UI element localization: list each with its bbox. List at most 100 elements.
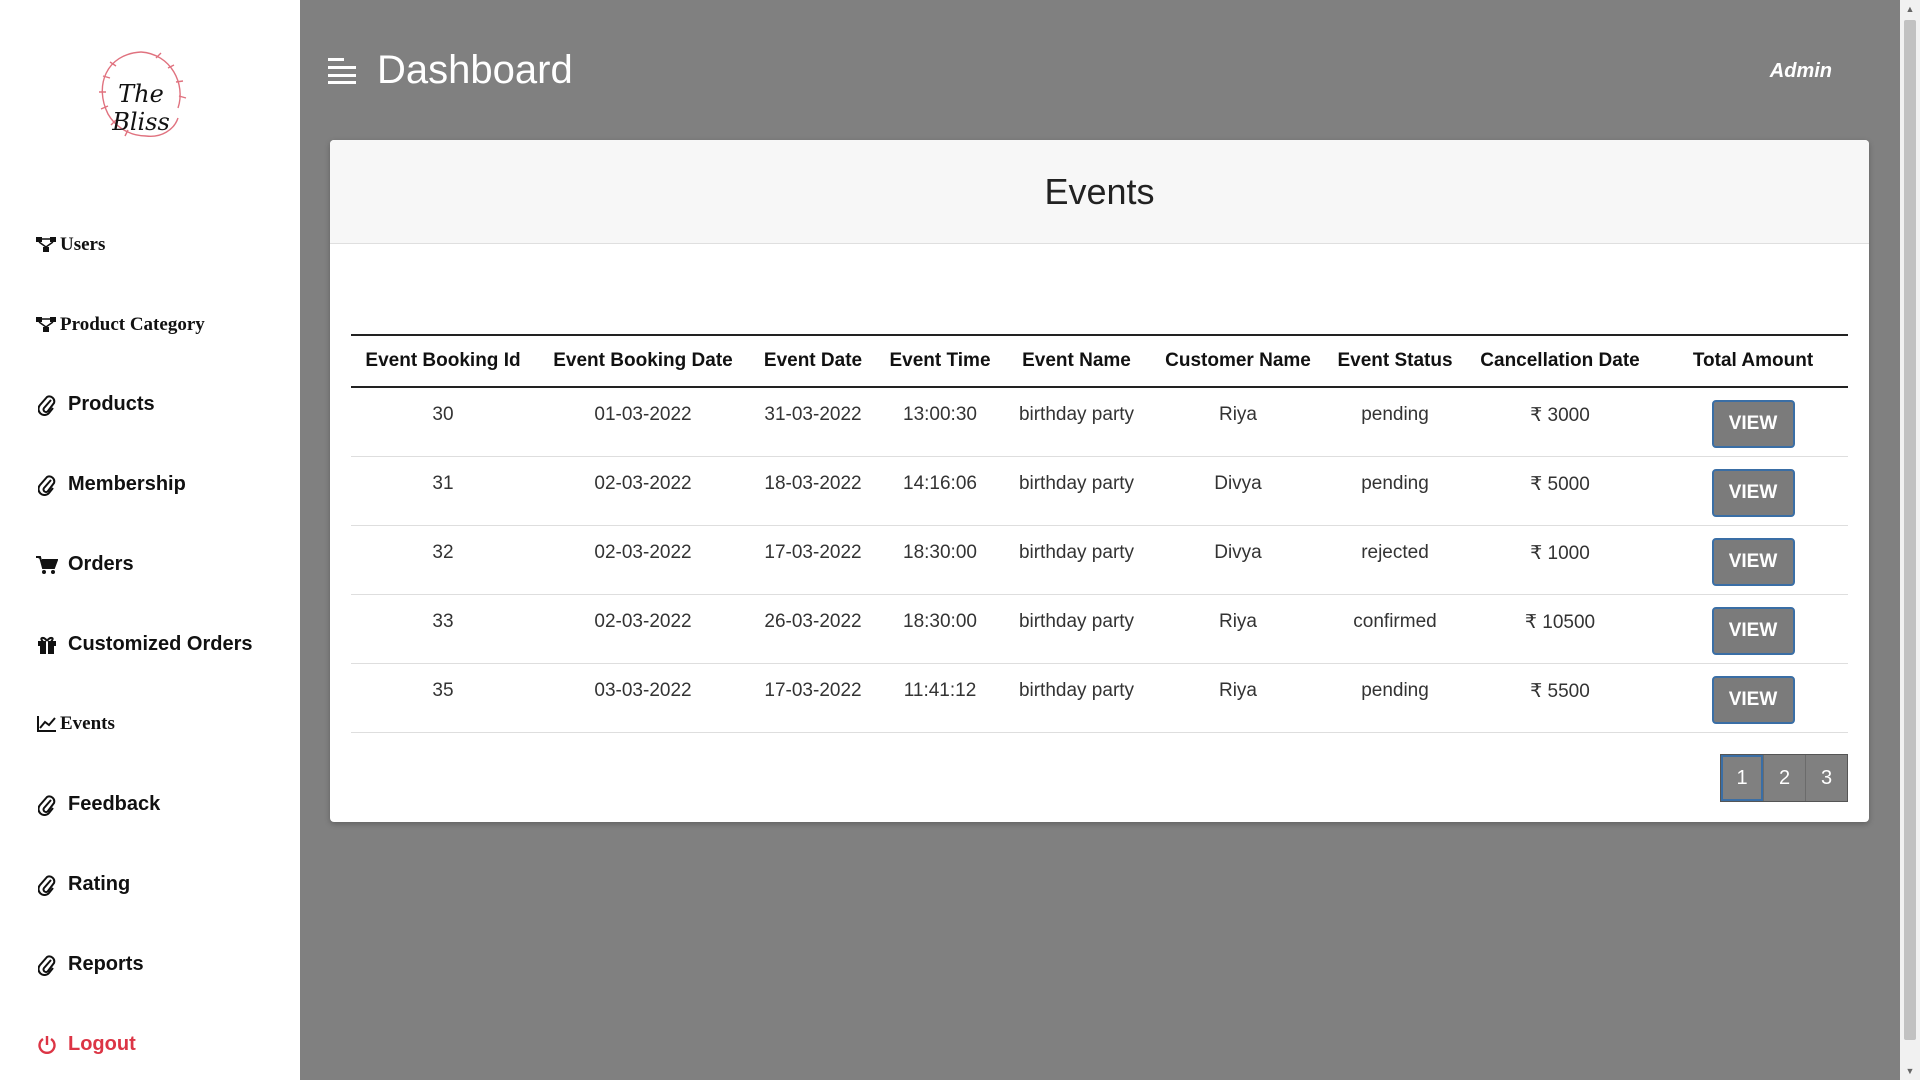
column-header: Event Time [889,350,991,371]
cell-event-name: birthday party [1018,679,1135,701]
sidebar-item-orders[interactable]: Orders [36,553,134,576]
cell-event-time: 18:30:00 [903,610,977,632]
cell-event-status: pending [1361,679,1429,701]
cell-booking-id: 33 [432,610,454,632]
cell-booking-id: 30 [432,404,454,425]
cell-action: VIEW [1658,594,1848,663]
column-header: Event Status [1337,350,1453,371]
cell-amount: ₹ 5500 [1530,680,1590,702]
sidebar-item-products[interactable]: Products [36,393,155,416]
cell-amount: ₹ 10500 [1524,611,1596,633]
sidebar-item-label: Logout [68,1033,136,1055]
view-button[interactable]: VIEW [1711,606,1795,655]
cell-event-status: rejected [1361,541,1429,563]
sidebar-item-label: Orders [68,553,134,575]
cell-event-name: birthday party [1018,610,1135,632]
sidebar-item-users[interactable]: Users [36,234,105,256]
view-button[interactable]: VIEW [1711,537,1795,586]
sidebar-item-customized-orders[interactable]: Customized Orders [36,633,252,656]
sidebar-item-label: Products [68,393,155,415]
sitemap-icon [36,314,58,336]
cell-booking-date: 02-03-2022 [594,472,692,494]
sidebar-item-product-category[interactable]: Product Category [36,314,205,336]
vertical-scrollbar[interactable]: ▲ ▼ [1900,0,1920,1080]
column-header: Event Booking Id [365,350,521,371]
sidebar-item-label: Reports [68,953,144,975]
table-row: 33 02-03-2022 26-03-2022 18:30:00 birthd… [351,594,1848,663]
sidebar-item-events[interactable]: Events [36,713,115,735]
sidebar-item-label: Events [60,713,115,734]
pagination: 1 2 3 [1720,754,1848,802]
table-row: 30 01-03-2022 31-03-2022 13:00:30 birthd… [351,387,1848,456]
cart-icon [36,554,58,576]
cell-event-time: 14:16:06 [903,472,977,494]
table-row: 32 02-03-2022 17-03-2022 18:30:00 birthd… [351,525,1848,594]
cell-event-name: birthday party [1018,404,1135,425]
user-name[interactable]: Admin [1770,60,1832,83]
page-button-2[interactable]: 2 [1763,755,1805,801]
sidebar: The Bliss Users Product Category Product… [0,0,300,1080]
cell-action: VIEW [1658,663,1848,732]
sitemap-icon [36,234,58,256]
cell-booking-date: 01-03-2022 [594,404,692,425]
cell-event-name: birthday party [1018,541,1135,563]
cell-amount: ₹ 1000 [1530,542,1590,564]
cell-customer-name: Riya [1218,404,1257,425]
sidebar-item-label: Feedback [68,793,161,815]
card-header: Events [330,140,1869,244]
logo-text: The Bliss [112,80,170,136]
sidebar-item-rating[interactable]: Rating [36,873,130,896]
menu-toggle-button[interactable] [328,56,358,84]
table-row: 35 03-03-2022 17-03-2022 11:41:12 birthd… [351,663,1848,732]
cell-event-date: 26-03-2022 [764,610,862,632]
sidebar-item-reports[interactable]: Reports [36,953,144,976]
cell-amount: ₹ 5000 [1530,473,1590,495]
cell-event-time: 11:41:12 [903,679,977,701]
column-header: Event Date [763,350,863,371]
cell-customer-name: Riya [1218,679,1257,701]
cell-customer-name: Riya [1218,610,1257,632]
cell-booking-date: 02-03-2022 [594,610,692,632]
paperclip-icon [36,954,58,976]
view-button[interactable]: VIEW [1711,675,1795,724]
sidebar-item-logout[interactable]: Logout [36,1033,136,1056]
paperclip-icon [36,874,58,896]
sidebar-item-label: Customized Orders [68,633,253,655]
column-header: Event Booking Date [553,350,733,371]
cell-event-date: 17-03-2022 [764,541,862,563]
brand-logo[interactable]: The Bliss [86,46,196,146]
page-button-3[interactable]: 3 [1805,755,1847,801]
cell-action: VIEW [1658,525,1848,594]
paperclip-icon [36,794,58,816]
cell-booking-date: 02-03-2022 [594,541,692,563]
sidebar-item-feedback[interactable]: Feedback [36,793,160,816]
scrollbar-thumb[interactable] [1904,20,1916,1040]
page-title: Dashboard [377,48,573,92]
cell-customer-name: Divya [1214,541,1262,563]
cell-event-date: 18-03-2022 [764,472,862,494]
sidebar-item-membership[interactable]: Membership [36,473,186,496]
scroll-down-arrow-icon[interactable]: ▼ [1900,1062,1920,1080]
sidebar-item-label: Product Category [60,314,205,335]
column-header: Event Name [1022,350,1131,371]
cell-amount: ₹ 3000 [1530,405,1590,426]
cell-customer-name: Divya [1214,472,1262,494]
view-button[interactable]: VIEW [1711,400,1795,448]
cell-booking-id: 32 [432,541,454,563]
sidebar-item-label: Membership [68,473,186,495]
view-button[interactable]: VIEW [1711,468,1795,517]
card-title: Events [1044,170,1155,212]
cell-event-date: 31-03-2022 [764,404,862,425]
cell-event-time: 18:30:00 [903,541,977,563]
scroll-up-arrow-icon[interactable]: ▲ [1900,0,1920,18]
cell-event-name: birthday party [1018,472,1135,494]
table-header-row: Event Booking Id Event Booking Date Even… [351,335,1848,387]
table-row: 31 02-03-2022 18-03-2022 14:16:06 birthd… [351,456,1848,525]
cell-booking-date: 03-03-2022 [594,679,692,701]
cell-event-time: 13:00:30 [903,404,977,425]
column-header: Customer Name [1165,350,1311,371]
cell-action: VIEW [1658,387,1848,456]
cell-event-status: confirmed [1353,610,1437,632]
page-button-1[interactable]: 1 [1721,755,1763,801]
paperclip-icon [36,474,58,496]
